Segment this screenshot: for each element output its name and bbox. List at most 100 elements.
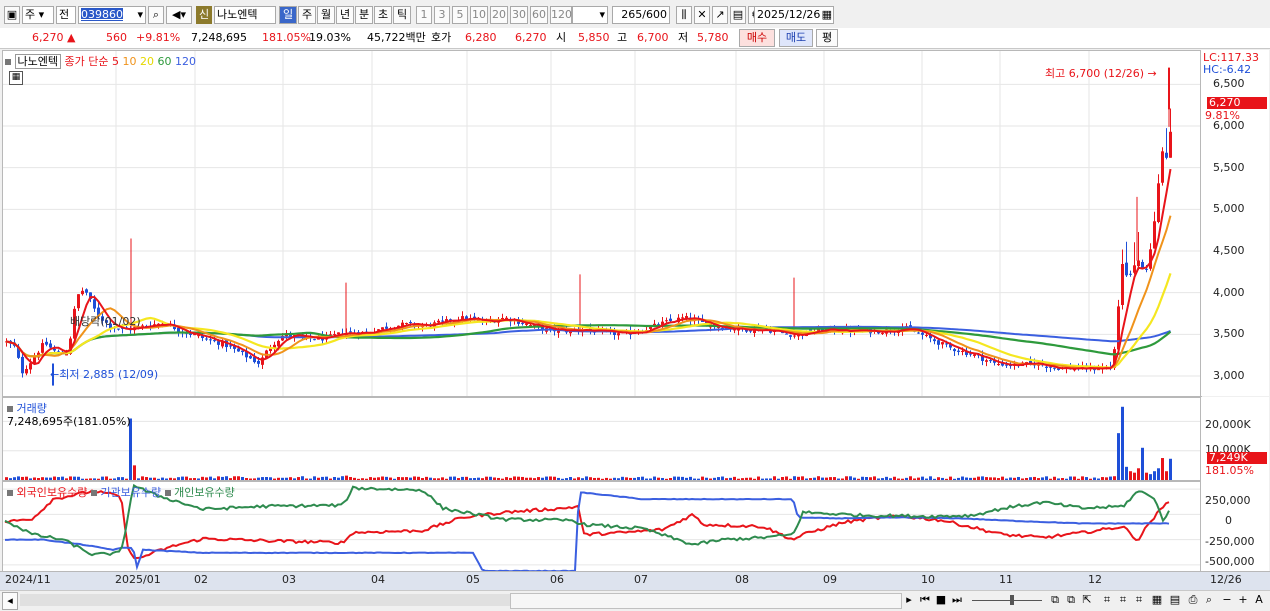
candle: [789, 335, 792, 337]
volume-bar: [1093, 477, 1096, 480]
period-button-1[interactable]: 주: [298, 6, 316, 24]
interval-button-6[interactable]: 60: [530, 6, 548, 24]
export-icon[interactable]: ⇱: [1080, 592, 1094, 608]
candle: [1053, 367, 1056, 369]
layout-icon[interactable]: ⧉: [1048, 592, 1062, 608]
eval-button[interactable]: 평: [816, 29, 838, 47]
count-input[interactable]: 265/600: [612, 6, 670, 24]
holdings-panel[interactable]: 외국인보유수량 기관보유수량 개인보유수량: [2, 481, 1202, 572]
volume-bar: [249, 478, 252, 480]
copy-icon[interactable]: ⧉: [1064, 592, 1078, 608]
chevron-down-icon[interactable]: ▾: [137, 7, 143, 23]
volume-bar: [441, 477, 444, 480]
volume-panel[interactable]: 거래량 7,248,695주(181.05%): [2, 397, 1202, 481]
search-icon[interactable]: ⌕: [1202, 592, 1216, 608]
price-panel[interactable]: 나노엔텍 종가 단순 5 10 20 60 120 ▦ 최고 6,700 (12…: [2, 50, 1202, 397]
auto-scale-icon[interactable]: A: [1252, 592, 1266, 608]
indicator-icon[interactable]: ⌗: [1100, 592, 1114, 608]
print-icon[interactable]: ⎙: [1186, 592, 1200, 608]
volume-chart[interactable]: [3, 398, 1201, 480]
candle: [617, 333, 620, 336]
interval-button-1[interactable]: 3: [434, 6, 450, 24]
volume-bar: [637, 477, 640, 480]
period-button-4[interactable]: 분: [355, 6, 373, 24]
volume-bar: [597, 477, 600, 480]
period-button-2[interactable]: 월: [317, 6, 335, 24]
play-icon[interactable]: ▸: [902, 592, 916, 608]
volume-bar: [1065, 478, 1068, 480]
grid-icon[interactable]: ▦: [1150, 592, 1164, 608]
custom-interval-input[interactable]: ▾: [572, 6, 608, 24]
interval-button-0[interactable]: 1: [416, 6, 432, 24]
volume-bar: [177, 477, 180, 480]
volume-bar: [669, 478, 672, 480]
period-button-5[interactable]: 초: [374, 6, 392, 24]
volume-bar: [525, 477, 528, 480]
market-select[interactable]: 주 ▾: [22, 6, 54, 24]
range-select[interactable]: 전: [56, 6, 76, 24]
table-icon[interactable]: ▤: [1168, 592, 1182, 608]
zoom-in-icon[interactable]: +: [1236, 592, 1250, 608]
date-input[interactable]: 2025/12/26 ▦: [754, 6, 834, 24]
draw-icon[interactable]: ↗: [712, 6, 728, 24]
volume-bar: [717, 477, 720, 480]
cross-line-icon[interactable]: ✕: [694, 6, 710, 24]
volume-bar: [165, 478, 168, 480]
volume-bar: [1021, 478, 1024, 480]
period-button-0[interactable]: 일: [279, 6, 297, 24]
interval-button-4[interactable]: 20: [490, 6, 508, 24]
volume-bar: [305, 478, 308, 480]
interval-button-2[interactable]: 5: [452, 6, 468, 24]
volume-bar: [993, 477, 996, 480]
compare-icon[interactable]: ⌗: [1132, 592, 1146, 608]
volume-bar: [1057, 478, 1060, 480]
zoom-slider-handle[interactable]: [1010, 595, 1014, 605]
scroll-left-icon[interactable]: ◂: [2, 592, 18, 610]
volume-bar: [429, 477, 432, 480]
volume-bar: [181, 476, 184, 480]
volume-bar: [805, 478, 808, 480]
search-icon[interactable]: ⌕: [148, 6, 164, 24]
volume-bar: [161, 477, 164, 480]
stop-icon[interactable]: ■: [934, 592, 948, 608]
price-value: 6,270: [32, 31, 64, 44]
volume-bar: [545, 476, 548, 480]
volume-bar: [101, 476, 104, 480]
buy-button[interactable]: 매수: [739, 29, 775, 47]
price-chart[interactable]: [3, 51, 1201, 396]
interval-button-7[interactable]: 120: [550, 6, 572, 24]
candle-icon[interactable]: ⫼: [676, 6, 692, 24]
interval-button-3[interactable]: 10: [470, 6, 488, 24]
volume-bar: [577, 477, 580, 480]
stock-name-field[interactable]: 나노엔텍: [214, 6, 276, 24]
calendar-icon[interactable]: ▦: [822, 7, 832, 23]
volume-bar: [65, 478, 68, 480]
last-volume-marker: 7,249K: [1207, 452, 1267, 464]
zoom-slider[interactable]: [972, 600, 1042, 601]
zoom-out-icon[interactable]: −: [1220, 592, 1234, 608]
fast-forward-icon[interactable]: ⏭: [950, 592, 964, 608]
last-price-percent: 9.81%: [1205, 109, 1240, 122]
candle: [681, 317, 684, 319]
volume-bar: [1025, 477, 1028, 480]
calendar-grid-icon[interactable]: ▦: [9, 71, 23, 85]
sell-button[interactable]: 매도: [779, 29, 813, 47]
overlay-icon[interactable]: ⌗: [1116, 592, 1130, 608]
interval-button-5[interactable]: 30: [510, 6, 528, 24]
volume-bar: [61, 476, 64, 480]
volume-bar: [289, 477, 292, 480]
scrollbar-track[interactable]: [20, 594, 510, 606]
volume-bar: [1125, 466, 1128, 480]
x-axis-label: 2024/11: [5, 573, 51, 586]
scrollbar-thumb[interactable]: [510, 593, 902, 609]
period-button-6[interactable]: 틱: [393, 6, 411, 24]
save-icon[interactable]: ▤: [730, 6, 746, 24]
rewind-icon[interactable]: ⏮: [918, 592, 932, 608]
candle: [997, 364, 1000, 366]
legend-marker-icon: [5, 59, 11, 65]
period-button-3[interactable]: 년: [336, 6, 354, 24]
speaker-icon[interactable]: ◀▾: [166, 6, 192, 24]
stock-code-input[interactable]: 039860 ▾: [78, 6, 146, 24]
chart-type-icon[interactable]: ▣: [4, 6, 20, 24]
volume-bar: [605, 477, 608, 480]
